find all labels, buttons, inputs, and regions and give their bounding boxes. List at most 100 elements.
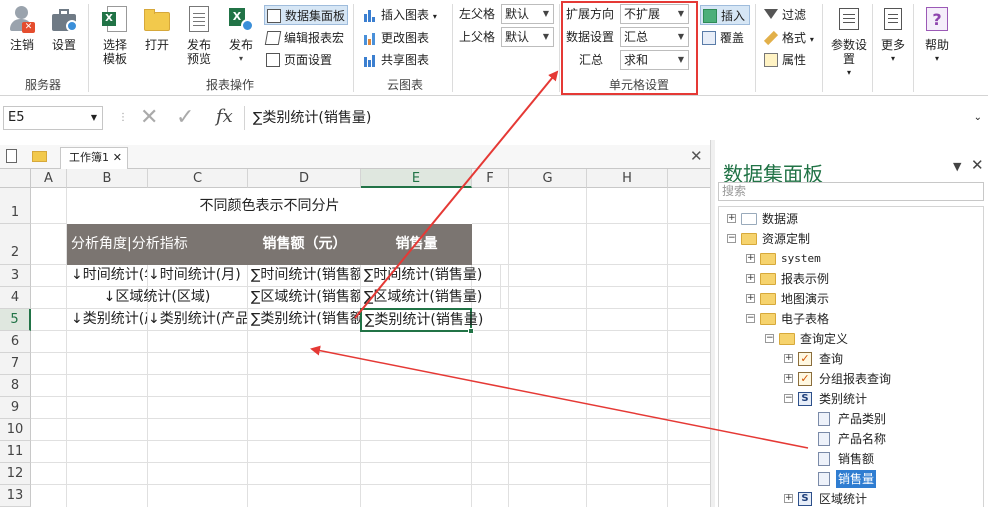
tab-workbook1[interactable]: 工作簿1 ✕ [60, 147, 128, 169]
column-header-d[interactable]: D [248, 169, 361, 188]
cell-c5[interactable]: ↓类别统计(产品名称) [148, 309, 248, 331]
row-header-11[interactable]: 11 [0, 441, 31, 463]
chevron-down-icon: ▼ [542, 32, 549, 41]
column-header-f[interactable]: F [472, 169, 509, 188]
collapse-minus-icon[interactable]: − [765, 334, 774, 343]
new-document-icon[interactable] [6, 149, 17, 163]
top-parent-select[interactable]: 默认 ▼ [501, 27, 554, 47]
column-header-c[interactable]: C [148, 169, 248, 188]
column-header-b[interactable]: B [67, 169, 148, 188]
ribbon: ✕ 注销 设置 服务器 X 选择 模板 打开 发布 预览 X 发布 ▾ 数据集面… [0, 0, 988, 96]
folder-icon [741, 213, 757, 225]
properties-button[interactable]: 属性 [762, 50, 806, 70]
column-header-e[interactable]: E [361, 169, 472, 188]
publish-button[interactable]: X 发布 ▾ [225, 6, 257, 66]
row-header-6[interactable]: 6 [0, 331, 31, 353]
cell-c3[interactable]: ↓时间统计(月) [148, 265, 248, 287]
cell-bc4[interactable]: ↓区域统计(区域) [67, 287, 248, 309]
edit-macro-button[interactable]: 编辑报表宏 [264, 28, 344, 48]
row-header-10[interactable]: 10 [0, 419, 31, 441]
chevron-down-icon: ▼ [677, 55, 684, 64]
panel-menu-icon[interactable]: ▼ [953, 160, 961, 173]
row-header-12[interactable]: 12 [0, 463, 31, 485]
collapse-minus-icon[interactable]: − [784, 394, 793, 403]
fill-handle[interactable] [468, 328, 474, 334]
change-chart-button[interactable]: 更改图表 [361, 28, 429, 48]
row-header-8[interactable]: 8 [0, 375, 31, 397]
settings-button[interactable]: 设置 [48, 6, 80, 52]
select-template-button[interactable]: X 选择 模板 [97, 6, 133, 66]
name-box[interactable]: E5 ▼ [3, 106, 103, 130]
collapse-minus-icon[interactable]: − [727, 234, 736, 243]
cell-b3[interactable]: ↓时间统计(年) [67, 265, 148, 287]
insert-function-icon[interactable]: fx [216, 106, 233, 127]
expand-plus-icon[interactable]: + [746, 274, 755, 283]
formula-input[interactable]: ∑类别统计(销售量) ⌄ [244, 106, 982, 130]
panel-close-icon[interactable]: ✕ [971, 156, 984, 174]
row-header-1[interactable]: 1 [0, 188, 31, 224]
cell-e5-selected[interactable]: ∑类别统计(销售量) [360, 308, 483, 332]
report-title-cell[interactable]: 不同颜色表示不同分片 [67, 188, 472, 224]
header-sales-qty-cell[interactable]: 销售量 [361, 224, 472, 265]
expand-plus-icon[interactable]: + [727, 214, 736, 223]
header-sales-amount-cell[interactable]: 销售额（元） [248, 224, 361, 265]
cell-d3[interactable]: ∑时间统计(销售额) [248, 265, 361, 287]
publish-preview-button[interactable]: 发布 预览 [183, 6, 215, 66]
column-header-a[interactable]: A [31, 169, 67, 188]
cell-e4[interactable]: ∑区域统计(销售量) [361, 287, 501, 309]
left-parent-select[interactable]: 默认 ▼ [501, 4, 554, 24]
chevron-down-icon: ▼ [677, 9, 684, 18]
cancel-formula-icon[interactable]: ✕ [140, 105, 158, 130]
cell-d5[interactable]: ∑类别统计(销售额) [248, 309, 361, 331]
tree-label: 数据源 [762, 212, 799, 226]
cell-d4[interactable]: ∑区域统计(销售额) [248, 287, 361, 309]
row-header-4[interactable]: 4 [0, 287, 31, 309]
data-setting-select[interactable]: 汇总 ▼ [620, 27, 689, 47]
formula-bar-splitter-icon[interactable]: ⋮ [118, 112, 128, 123]
collapse-minus-icon[interactable]: − [746, 314, 755, 323]
group-label-report-ops: 报表操作 [205, 78, 254, 92]
expand-plus-icon[interactable]: + [746, 294, 755, 303]
row-header-5[interactable]: 5 [0, 309, 31, 331]
header-analysis-cell[interactable]: 分析角度|分析指标 [67, 224, 248, 265]
close-tab-icon[interactable]: ✕ [113, 148, 122, 168]
page-setup-button[interactable]: 页面设置 [264, 50, 332, 70]
confirm-formula-icon[interactable]: ✓ [176, 105, 194, 130]
panel-search-input[interactable]: 搜索 [718, 182, 984, 201]
more-button[interactable]: 更多 ▾ [876, 6, 910, 66]
param-settings-button[interactable]: 参数设置 ▾ [828, 6, 870, 80]
expand-plus-icon[interactable]: + [784, 374, 793, 383]
close-workbook-icon[interactable]: ✕ [690, 147, 703, 165]
cell-e3[interactable]: ∑时间统计(销售量) [361, 265, 501, 287]
help-button[interactable]: ? 帮助 ▾ [920, 6, 954, 66]
row-header-9[interactable]: 9 [0, 397, 31, 419]
expand-plus-icon[interactable]: + [784, 494, 793, 503]
insert-chart-button[interactable]: 插入图表 ▾ [361, 5, 437, 25]
row-header-13[interactable]: 13 [0, 485, 31, 507]
open-folder-icon[interactable] [32, 151, 47, 162]
logout-button[interactable]: ✕ 注销 [6, 6, 38, 52]
summary-select[interactable]: 求和 ▼ [620, 50, 689, 70]
expand-direction-select[interactable]: 不扩展 ▼ [620, 4, 689, 24]
expand-formula-icon[interactable]: ⌄ [974, 106, 982, 130]
cell-b5[interactable]: ↓类别统计(产品类别) [67, 309, 148, 331]
formula-bar: E5 ▼ ⋮ ✕ ✓ fx ∑类别统计(销售量) ⌄ [0, 103, 988, 136]
column-header-h[interactable]: H [587, 169, 668, 188]
change-chart-label: 更改图表 [381, 31, 430, 45]
filter-button[interactable]: 过滤 [762, 5, 806, 25]
expand-plus-icon[interactable]: + [746, 254, 755, 263]
insert-button[interactable]: 插入 [700, 5, 750, 25]
format-button[interactable]: 格式 ▾ [762, 28, 814, 48]
column-header-g[interactable]: G [509, 169, 587, 188]
row-header-2[interactable]: 2 [0, 224, 31, 265]
select-all-corner[interactable] [0, 169, 31, 188]
row-header-7[interactable]: 7 [0, 353, 31, 375]
open-button[interactable]: 打开 [141, 6, 173, 52]
row-header-3[interactable]: 3 [0, 265, 31, 287]
share-chart-button[interactable]: 共享图表 [361, 50, 429, 70]
document-preview-icon [185, 6, 213, 34]
expand-plus-icon[interactable]: + [784, 354, 793, 363]
data-panel-button[interactable]: 数据集面板 [264, 5, 348, 25]
header-analysis-text: 分析角度|分析指标 [71, 236, 188, 252]
overwrite-button[interactable]: 覆盖 [700, 28, 744, 48]
